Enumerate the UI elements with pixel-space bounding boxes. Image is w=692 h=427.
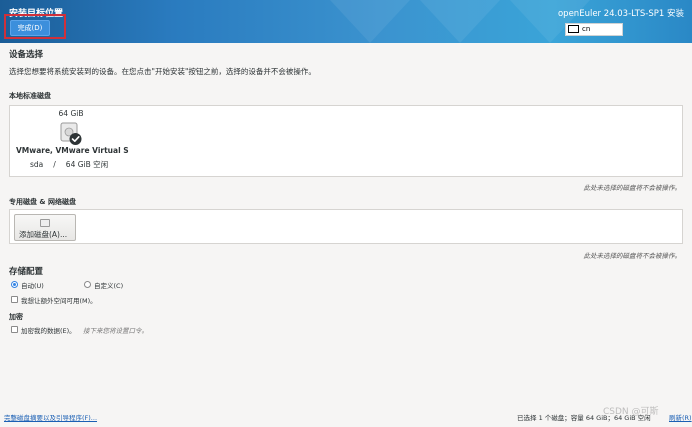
- product-title: openEuler 24.03-LTS-SP1 安装: [557, 9, 684, 19]
- encrypt-checkbox[interactable]: [11, 326, 18, 333]
- done-button[interactable]: 完成(D): [10, 20, 50, 36]
- local-disks-note: 此处未选择的磁盘将不会被操作。: [583, 184, 682, 192]
- specialized-disks-panel: 添加磁盘(A)...: [9, 209, 683, 244]
- local-disks-panel: 64 GiB VMware, VMware Virtual S sda / 64 G…: [9, 105, 683, 177]
- disk-add-icon: [40, 219, 50, 227]
- hard-disk-check-icon: [60, 122, 82, 145]
- keyboard-layout-label: cn: [582, 25, 591, 33]
- keyboard-layout-indicator[interactable]: cn: [565, 23, 623, 36]
- disk-device: sda: [30, 160, 44, 169]
- disk-size: 64 GiB: [58, 109, 84, 118]
- extra-space-label[interactable]: 我想让额外空间可用(M)。: [21, 295, 97, 305]
- specialized-disks-note: 此处未选择的磁盘将不会被操作。: [583, 252, 682, 260]
- device-selection-title: 设备选择: [9, 50, 44, 60]
- specialized-disks-title: 专用磁盘 & 网络磁盘: [9, 198, 76, 206]
- custom-radio[interactable]: [84, 281, 91, 288]
- refresh-link[interactable]: 刷新(R): [669, 412, 692, 422]
- disk-name: VMware, VMware Virtual S: [16, 146, 129, 155]
- auto-radio-label[interactable]: 自动(U): [21, 280, 44, 290]
- watermark: CSDN @可斯: [603, 407, 659, 417]
- disk-item[interactable]: 64 GiB VMware, VMware Virtual S sda / 64 G…: [10, 106, 135, 176]
- auto-radio[interactable]: [11, 281, 18, 288]
- storage-config-title: 存储配置: [9, 267, 44, 277]
- disk-free-space: 64 GiB 空闲: [65, 160, 109, 169]
- keyboard-icon: [568, 24, 579, 33]
- disk-info: sda / 64 GiB 空闲: [30, 159, 118, 170]
- full-disk-summary-link[interactable]: 完整磁盘摘要以及引导程序(F)...: [4, 412, 97, 422]
- encryption-title: 加密: [9, 313, 23, 321]
- local-disks-title: 本地标准磁盘: [9, 92, 51, 100]
- header-bar: 安装目标位置 完成(D) openEuler 24.03-LTS-SP1 安装 …: [0, 0, 692, 43]
- encrypt-hint: 接下来您将设置口令。: [83, 327, 148, 335]
- extra-space-checkbox[interactable]: [11, 296, 18, 303]
- header-decoration: [330, 0, 410, 43]
- add-disk-button[interactable]: 添加磁盘(A)...: [14, 214, 76, 241]
- disk-separator: /: [53, 160, 56, 169]
- header-decoration: [420, 0, 500, 43]
- add-disk-button-label: 添加磁盘(A)...: [19, 230, 68, 239]
- encrypt-label[interactable]: 加密我的数据(E)。: [21, 325, 76, 335]
- custom-radio-label[interactable]: 自定义(C): [94, 280, 123, 290]
- device-selection-description: 选择您想要将系统安装到的设备。在您点击"开始安装"按钮之前，选择的设备并不会被操…: [9, 67, 316, 76]
